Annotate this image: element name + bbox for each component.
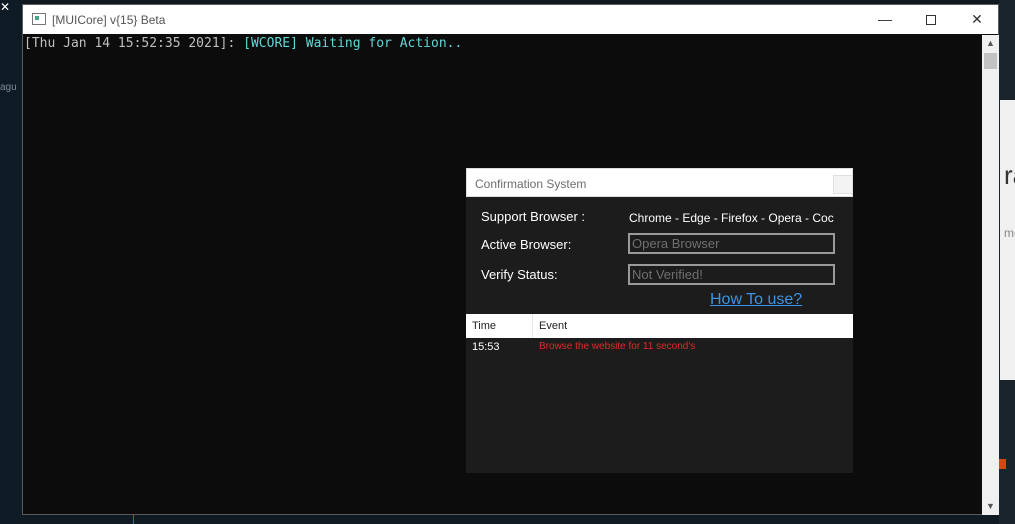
background-right-panel [1000,100,1015,380]
console-log-line: [Thu Jan 14 15:52:35 2021]: [WCORE] Wait… [24,36,462,51]
active-browser-label: Active Browser: [481,237,572,252]
console-titlebar[interactable]: [MUICore] v{15} Beta — ✕ [23,5,998,34]
background-right-heading: ra [1004,160,1015,190]
maximize-icon [926,15,936,26]
background-divider [133,515,134,524]
console-title: [MUICore] v{15} Beta [52,13,166,27]
background-left-strip [0,0,22,524]
close-icon: ✕ [971,11,983,27]
row-time: 15:53 [472,341,500,353]
event-table-header: Time Event [466,314,853,338]
column-header-time[interactable]: Time [472,320,496,332]
background-right-subtext: me [1004,226,1015,240]
how-to-use-link[interactable]: How To use? [710,291,802,309]
minimize-icon: — [878,11,892,27]
close-button[interactable]: ✕ [954,5,1000,34]
console-window-icon [32,13,46,25]
column-header-event[interactable]: Event [539,320,567,332]
dialog-close-button[interactable] [833,175,853,194]
support-browser-value: Chrome - Edge - Firefox - Opera - Coc [629,211,834,225]
verify-status-field[interactable] [628,264,835,285]
scroll-up-icon[interactable]: ▲ [982,35,999,52]
table-row[interactable]: 15:53 Browse the website for 11 second's [466,340,853,356]
scroll-thumb[interactable] [984,53,997,69]
background-corner-icon: ✕ [0,0,11,14]
support-browser-label: Support Browser : [481,209,586,224]
scroll-down-icon[interactable]: ▼ [982,498,999,515]
log-timestamp: [Thu Jan 14 15:52:35 2021]: [24,36,244,51]
maximize-button[interactable] [908,5,954,34]
dialog-title: Confirmation System [475,177,587,191]
dialog-titlebar[interactable]: Confirmation System [466,168,853,197]
confirmation-dialog: Confirmation System Support Browser : Ch… [466,168,853,473]
active-browser-field[interactable] [628,233,835,254]
background-left-text: agu [0,82,17,93]
verify-status-label: Verify Status: [481,267,558,282]
background-app-icon [998,459,1006,469]
console-scrollbar[interactable]: ▲ ▼ [982,35,999,515]
minimize-button[interactable]: — [862,5,908,34]
row-event: Browse the website for 11 second's [539,341,696,352]
log-message: [WCORE] Waiting for Action.. [243,36,463,51]
column-divider[interactable] [532,314,533,338]
